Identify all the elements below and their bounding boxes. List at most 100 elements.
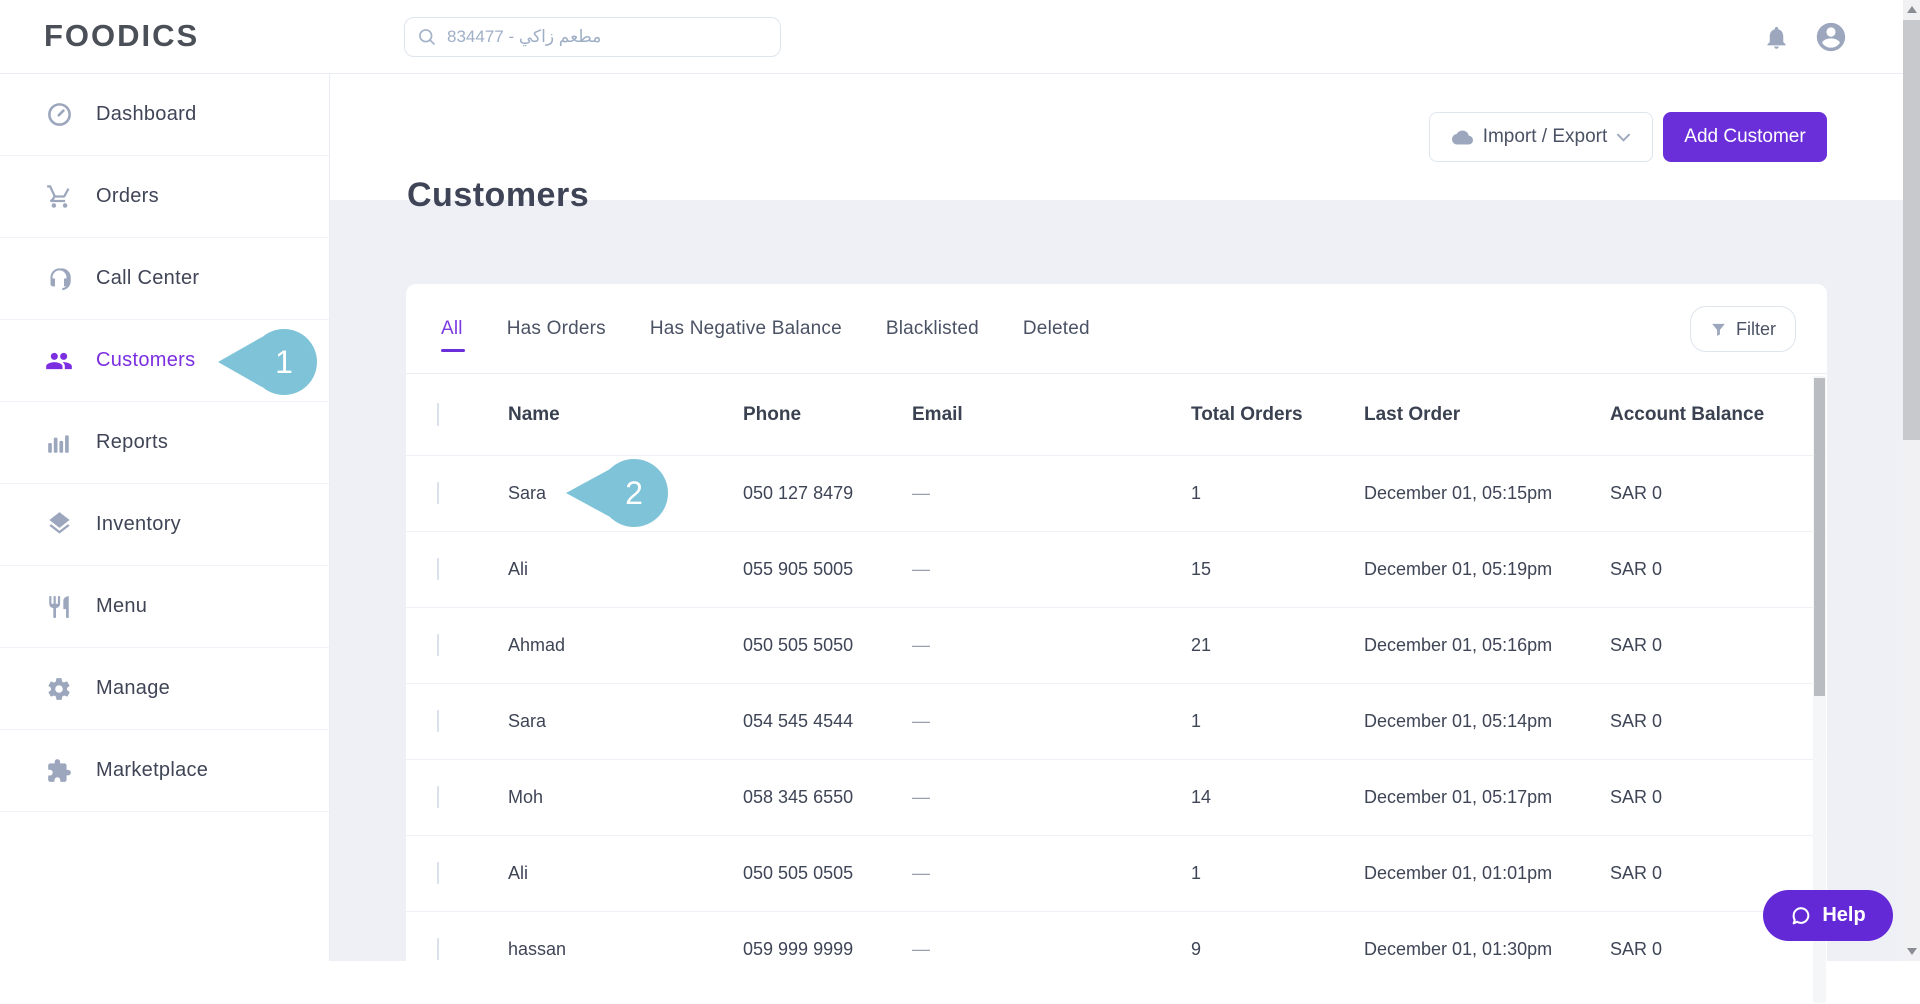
tab-has-negative-balance[interactable]: Has Negative Balance (650, 318, 842, 340)
col-name: Name (508, 403, 560, 425)
cell-name[interactable]: Ali (508, 863, 743, 884)
funnel-icon (1710, 321, 1727, 338)
sidebar-item-label: Manage (96, 677, 171, 699)
tab-blacklisted[interactable]: Blacklisted (886, 318, 979, 340)
cell-name[interactable]: Moh (508, 787, 743, 808)
cart-icon (44, 182, 74, 212)
annotation-badge-2: 2 (566, 459, 668, 527)
cell-name[interactable]: Ali (508, 559, 743, 580)
topbar: FOODICS (0, 0, 1920, 74)
puzzle-icon (44, 756, 74, 786)
cell-balance: SAR 0 (1610, 939, 1663, 959)
scroll-up-arrow[interactable] (1907, 6, 1917, 13)
table-row[interactable]: hassan 059 999 9999 — 9 December 01, 01:… (406, 911, 1827, 987)
avatar-icon[interactable] (1814, 20, 1848, 54)
cloud-icon (1451, 130, 1473, 145)
cell-email: — (912, 483, 930, 503)
row-checkbox[interactable] (437, 482, 439, 504)
sidebar-item-marketplace[interactable]: Marketplace (0, 730, 329, 812)
cell-last-order: December 01, 01:01pm (1364, 863, 1553, 883)
cell-email: — (912, 863, 930, 883)
cell-name[interactable]: hassan (508, 939, 743, 960)
sidebar: Dashboard Orders Call Center Customers R… (0, 74, 330, 961)
cell-email: — (912, 635, 930, 655)
cell-email: — (912, 939, 930, 959)
cell-last-order: December 01, 05:14pm (1364, 711, 1553, 731)
sidebar-item-call-center[interactable]: Call Center (0, 238, 329, 320)
table-row[interactable]: Moh 058 345 6550 — 14 December 01, 05:17… (406, 759, 1827, 835)
layers-icon (44, 510, 74, 540)
import-export-button[interactable]: Import / Export (1429, 112, 1653, 162)
row-checkbox[interactable] (437, 938, 439, 960)
table-row[interactable]: Sara 054 545 4544 — 1 December 01, 05:14… (406, 683, 1827, 759)
gear-icon (44, 674, 74, 704)
sidebar-item-manage[interactable]: Manage (0, 648, 329, 730)
page-scrollbar[interactable] (1903, 0, 1920, 961)
import-export-label: Import / Export (1482, 126, 1608, 147)
row-checkbox[interactable] (437, 862, 439, 884)
cell-phone: 058 345 6550 (743, 787, 854, 807)
people-icon (44, 346, 74, 376)
cell-last-order: December 01, 05:16pm (1364, 635, 1553, 655)
col-account-balance: Account Balance (1610, 403, 1765, 425)
sidebar-item-label: Call Center (96, 267, 200, 289)
scroll-down-arrow[interactable] (1907, 948, 1917, 955)
cell-total-orders: 1 (1191, 711, 1202, 731)
row-checkbox[interactable] (437, 710, 439, 732)
bell-icon[interactable] (1763, 24, 1790, 51)
tabs-row: All Has Orders Has Negative Balance Blac… (406, 284, 1827, 374)
sidebar-item-label: Customers (96, 349, 196, 371)
cell-email: — (912, 787, 930, 807)
cell-last-order: December 01, 01:30pm (1364, 939, 1553, 959)
customers-card: All Has Orders Has Negative Balance Blac… (406, 284, 1827, 1004)
cell-phone: 050 505 0505 (743, 863, 854, 883)
cell-balance: SAR 0 (1610, 483, 1663, 503)
tab-has-orders[interactable]: Has Orders (507, 318, 606, 340)
add-customer-button[interactable]: Add Customer (1663, 112, 1827, 162)
cell-balance: SAR 0 (1610, 635, 1663, 655)
annotation-badge-1-number: 1 (275, 344, 293, 380)
annotation-badge-2-number: 2 (625, 475, 643, 511)
cell-name[interactable]: Ahmad (508, 635, 743, 656)
sidebar-item-label: Reports (96, 431, 169, 453)
global-search[interactable] (404, 17, 781, 57)
row-checkbox[interactable] (437, 786, 439, 808)
cell-balance: SAR 0 (1610, 787, 1663, 807)
col-email: Email (912, 403, 963, 425)
sidebar-item-dashboard[interactable]: Dashboard (0, 74, 329, 156)
table-row[interactable]: Ali 050 505 0505 — 1 December 01, 01:01p… (406, 835, 1827, 911)
table-row[interactable]: Ali 055 905 5005 — 15 December 01, 05:19… (406, 531, 1827, 607)
help-button[interactable]: Help (1763, 890, 1893, 941)
sidebar-item-orders[interactable]: Orders (0, 156, 329, 238)
tab-all[interactable]: All (441, 318, 465, 352)
filter-button[interactable]: Filter (1690, 306, 1796, 352)
col-phone: Phone (743, 403, 802, 425)
table-scrollbar-thumb[interactable] (1814, 378, 1825, 696)
cell-balance: SAR 0 (1610, 711, 1663, 731)
row-checkbox[interactable] (437, 558, 439, 580)
filter-label: Filter (1736, 318, 1776, 339)
cell-name[interactable]: Sara (508, 711, 743, 732)
col-total-orders: Total Orders (1191, 403, 1303, 425)
table-header: Name Phone Email Total Orders Last Order… (406, 374, 1827, 455)
table-row[interactable]: Ahmad 050 505 5050 — 21 December 01, 05:… (406, 607, 1827, 683)
cell-last-order: December 01, 05:17pm (1364, 787, 1553, 807)
cell-total-orders: 14 (1191, 787, 1212, 807)
sidebar-item-menu[interactable]: Menu (0, 566, 329, 648)
sidebar-item-label: Inventory (96, 513, 181, 535)
search-icon (417, 27, 437, 47)
chevron-down-icon (1617, 133, 1631, 142)
row-checkbox[interactable] (437, 634, 439, 656)
search-input[interactable] (447, 27, 768, 47)
page-scrollbar-thumb[interactable] (1903, 20, 1920, 440)
cell-last-order: December 01, 05:15pm (1364, 483, 1553, 503)
cell-total-orders: 15 (1191, 559, 1212, 579)
tab-deleted[interactable]: Deleted (1023, 318, 1090, 340)
sidebar-item-inventory[interactable]: Inventory (0, 484, 329, 566)
select-all-checkbox[interactable] (437, 402, 439, 426)
page-title: Customers (407, 176, 590, 214)
sidebar-item-reports[interactable]: Reports (0, 402, 329, 484)
col-last-order: Last Order (1364, 403, 1461, 425)
sidebar-item-label: Orders (96, 185, 159, 207)
cell-balance: SAR 0 (1610, 863, 1663, 883)
